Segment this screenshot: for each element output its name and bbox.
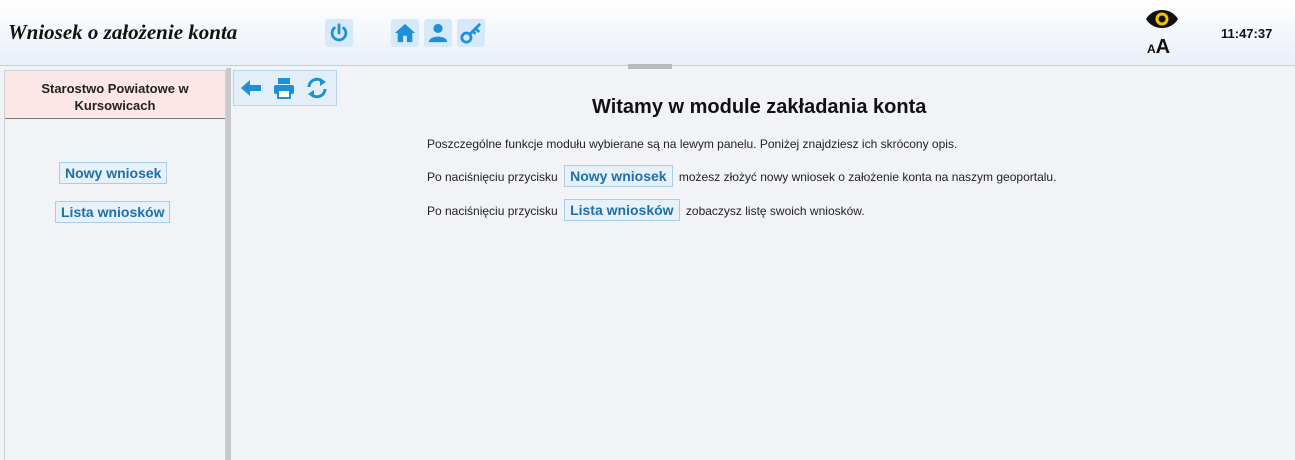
power-icon	[330, 23, 348, 42]
arrow-left-icon	[241, 80, 261, 96]
description-text: zobaczysz listę swoich wniosków.	[685, 204, 865, 218]
description-text: możesz złożyć nowy wniosek o założenie k…	[678, 170, 1057, 184]
font-size-small-label: A	[1147, 42, 1156, 56]
header-bar: Wniosek o założenie konta AA 11:47:37	[0, 0, 1295, 66]
header-splitter-handle[interactable]	[628, 64, 672, 69]
clock: 11:47:37	[1221, 26, 1273, 41]
description-text: Po naciśnięciu przycisku	[427, 170, 558, 184]
high-contrast-button[interactable]	[1145, 6, 1179, 37]
description-request-list: Po naciśnięciu przycisku Lista wniosków …	[427, 199, 865, 221]
home-icon	[394, 23, 416, 43]
request-list-button[interactable]: Lista wniosków	[564, 199, 680, 221]
sidebar: Starostwo Powiatowe w Kursowicach Nowy w…	[4, 70, 226, 460]
sidebar-item-request-list[interactable]: Lista wniosków	[55, 201, 171, 223]
description-text: Po naciśnięciu przycisku	[427, 204, 558, 218]
page-title: Witamy w module zakładania konta	[592, 96, 927, 118]
logout-button[interactable]	[325, 19, 353, 47]
new-request-button[interactable]: Nowy wniosek	[564, 165, 673, 187]
font-size-button[interactable]: AA	[1147, 36, 1170, 59]
toolbar	[233, 70, 337, 106]
home-button[interactable]	[391, 19, 419, 47]
eye-icon	[1146, 10, 1178, 28]
print-button[interactable]	[271, 75, 297, 101]
refresh-button[interactable]	[304, 75, 330, 101]
sidebar-item-new-request[interactable]: Nowy wniosek	[59, 162, 168, 184]
print-icon	[274, 78, 294, 99]
app-title: Wniosek o założenie konta	[8, 20, 238, 44]
organization-name: Starostwo Powiatowe w Kursowicach	[5, 71, 225, 119]
panel-splitter[interactable]	[226, 68, 231, 460]
intro-text: Poszczególne funkcje modułu wybierane są…	[427, 137, 958, 151]
user-icon	[428, 23, 448, 43]
description-new-request: Po naciśnięciu przycisku Nowy wniosek mo…	[427, 165, 1057, 187]
key-button[interactable]	[457, 19, 485, 47]
user-button[interactable]	[424, 19, 452, 47]
back-button[interactable]	[238, 75, 264, 101]
font-size-big-label: A	[1155, 36, 1171, 58]
key-icon	[460, 23, 481, 44]
refresh-icon	[307, 77, 327, 99]
